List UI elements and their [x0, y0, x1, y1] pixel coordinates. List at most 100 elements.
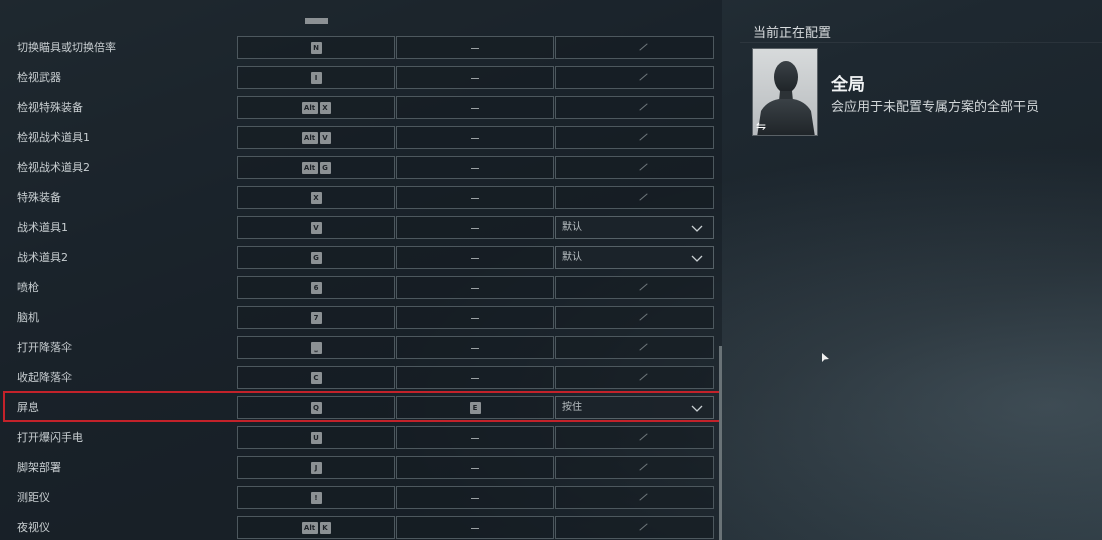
- keybind-label: 战术道具2: [17, 251, 68, 264]
- not-available-slash-icon: [638, 343, 648, 351]
- secondary-binding[interactable]: [396, 246, 554, 269]
- disabled-option: [555, 486, 714, 509]
- secondary-binding[interactable]: [396, 96, 554, 119]
- secondary-binding[interactable]: [396, 426, 554, 449]
- keybind-label: 战术道具1: [17, 221, 68, 234]
- not-available-slash-icon: [638, 73, 648, 81]
- not-available-slash-icon: [638, 133, 648, 141]
- primary-binding[interactable]: C: [237, 366, 395, 389]
- secondary-binding[interactable]: [396, 126, 554, 149]
- keycap: J: [310, 462, 322, 474]
- keybind-label: 检视战术道具2: [17, 161, 90, 174]
- empty-binding-dash: [471, 48, 479, 49]
- not-available-slash-icon: [638, 163, 648, 171]
- primary-binding[interactable]: 6: [237, 276, 395, 299]
- keybind-row: 收起降落伞 C: [0, 363, 722, 393]
- disabled-option: [555, 516, 714, 539]
- secondary-binding[interactable]: [396, 366, 554, 389]
- keycap: E: [469, 402, 481, 414]
- keybind-row: 夜视仪 Alt K: [0, 513, 722, 540]
- primary-binding[interactable]: Q: [237, 396, 395, 419]
- empty-binding-dash: [471, 498, 479, 499]
- not-available-slash-icon: [638, 373, 648, 381]
- disabled-option: [555, 366, 714, 389]
- profile-name: 全局: [831, 75, 865, 95]
- primary-binding[interactable]: Alt V: [237, 126, 395, 149]
- primary-binding[interactable]: Alt G: [237, 156, 395, 179]
- keycap: U: [310, 432, 322, 444]
- not-available-slash-icon: [638, 43, 648, 51]
- empty-binding-dash: [471, 348, 479, 349]
- keycap: X: [310, 192, 322, 204]
- empty-binding-dash: [471, 138, 479, 139]
- empty-binding-dash: [471, 378, 479, 379]
- primary-binding[interactable]: X: [237, 186, 395, 209]
- keybind-label: 特殊装备: [17, 191, 61, 204]
- keybind-row: 喷枪 6: [0, 273, 722, 303]
- primary-binding[interactable]: Alt X: [237, 96, 395, 119]
- primary-binding[interactable]: N: [237, 36, 395, 59]
- swap-icon[interactable]: ⇋: [756, 119, 774, 133]
- secondary-binding[interactable]: [396, 66, 554, 89]
- primary-binding[interactable]: I: [237, 66, 395, 89]
- primary-binding[interactable]: G: [237, 246, 395, 269]
- keybind-row: 特殊装备 X: [0, 183, 722, 213]
- empty-binding-dash: [471, 168, 479, 169]
- disabled-option: [555, 36, 714, 59]
- secondary-binding[interactable]: [396, 486, 554, 509]
- primary-binding[interactable]: !: [237, 486, 395, 509]
- secondary-binding[interactable]: [396, 516, 554, 539]
- not-available-slash-icon: [638, 493, 648, 501]
- secondary-binding[interactable]: [396, 276, 554, 299]
- keycap: V: [310, 222, 322, 234]
- keybind-row: 切换瞄具或切换倍率 N: [0, 33, 722, 63]
- keybind-label: 检视战术道具1: [17, 131, 90, 144]
- not-available-slash-icon: [638, 283, 648, 291]
- mode-dropdown[interactable]: 按住: [555, 396, 714, 419]
- secondary-binding[interactable]: [396, 456, 554, 479]
- empty-binding-dash: [471, 108, 479, 109]
- secondary-binding[interactable]: [396, 36, 554, 59]
- secondary-binding[interactable]: [396, 156, 554, 179]
- keybind-row: 检视特殊装备 Alt X: [0, 93, 722, 123]
- secondary-binding[interactable]: [396, 336, 554, 359]
- chevron-down-icon: [691, 220, 703, 232]
- empty-binding-dash: [471, 228, 479, 229]
- keybind-row: 打开爆闪手电 U: [0, 423, 722, 453]
- config-title: 当前正在配置: [753, 26, 832, 41]
- primary-binding[interactable]: V: [237, 216, 395, 239]
- mode-dropdown[interactable]: 默认: [555, 216, 714, 239]
- keycap: G: [319, 162, 331, 174]
- secondary-binding[interactable]: [396, 306, 554, 329]
- keycap: K: [319, 522, 331, 534]
- primary-binding[interactable]: ⎵: [237, 336, 395, 359]
- primary-binding[interactable]: Alt K: [237, 516, 395, 539]
- keycap: I: [310, 72, 322, 84]
- not-available-slash-icon: [638, 103, 648, 111]
- empty-binding-dash: [471, 288, 479, 289]
- primary-binding[interactable]: U: [237, 426, 395, 449]
- primary-binding[interactable]: J: [237, 456, 395, 479]
- keycap: C: [310, 372, 322, 384]
- keybind-row: 战术道具1 V 默认: [0, 213, 722, 243]
- keycap: G: [310, 252, 322, 264]
- keybind-label: 打开爆闪手电: [17, 431, 83, 444]
- disabled-option: [555, 276, 714, 299]
- mode-dropdown[interactable]: 默认: [555, 246, 714, 269]
- keybind-label: 打开降落伞: [17, 341, 72, 354]
- scrollbar[interactable]: [719, 346, 722, 540]
- keycap: ⎵: [310, 342, 322, 354]
- keycap: Alt: [301, 162, 318, 174]
- keybind-label: 检视特殊装备: [17, 101, 83, 114]
- keycap: N: [310, 42, 322, 54]
- secondary-binding[interactable]: [396, 216, 554, 239]
- keycap: X: [319, 102, 331, 114]
- partial-keycap: [305, 18, 328, 24]
- not-available-slash-icon: [638, 313, 648, 321]
- secondary-binding[interactable]: E: [396, 396, 554, 419]
- keybind-label: 喷枪: [17, 281, 39, 294]
- avatar[interactable]: ⇋: [752, 48, 818, 136]
- disabled-option: [555, 156, 714, 179]
- secondary-binding[interactable]: [396, 186, 554, 209]
- primary-binding[interactable]: 7: [237, 306, 395, 329]
